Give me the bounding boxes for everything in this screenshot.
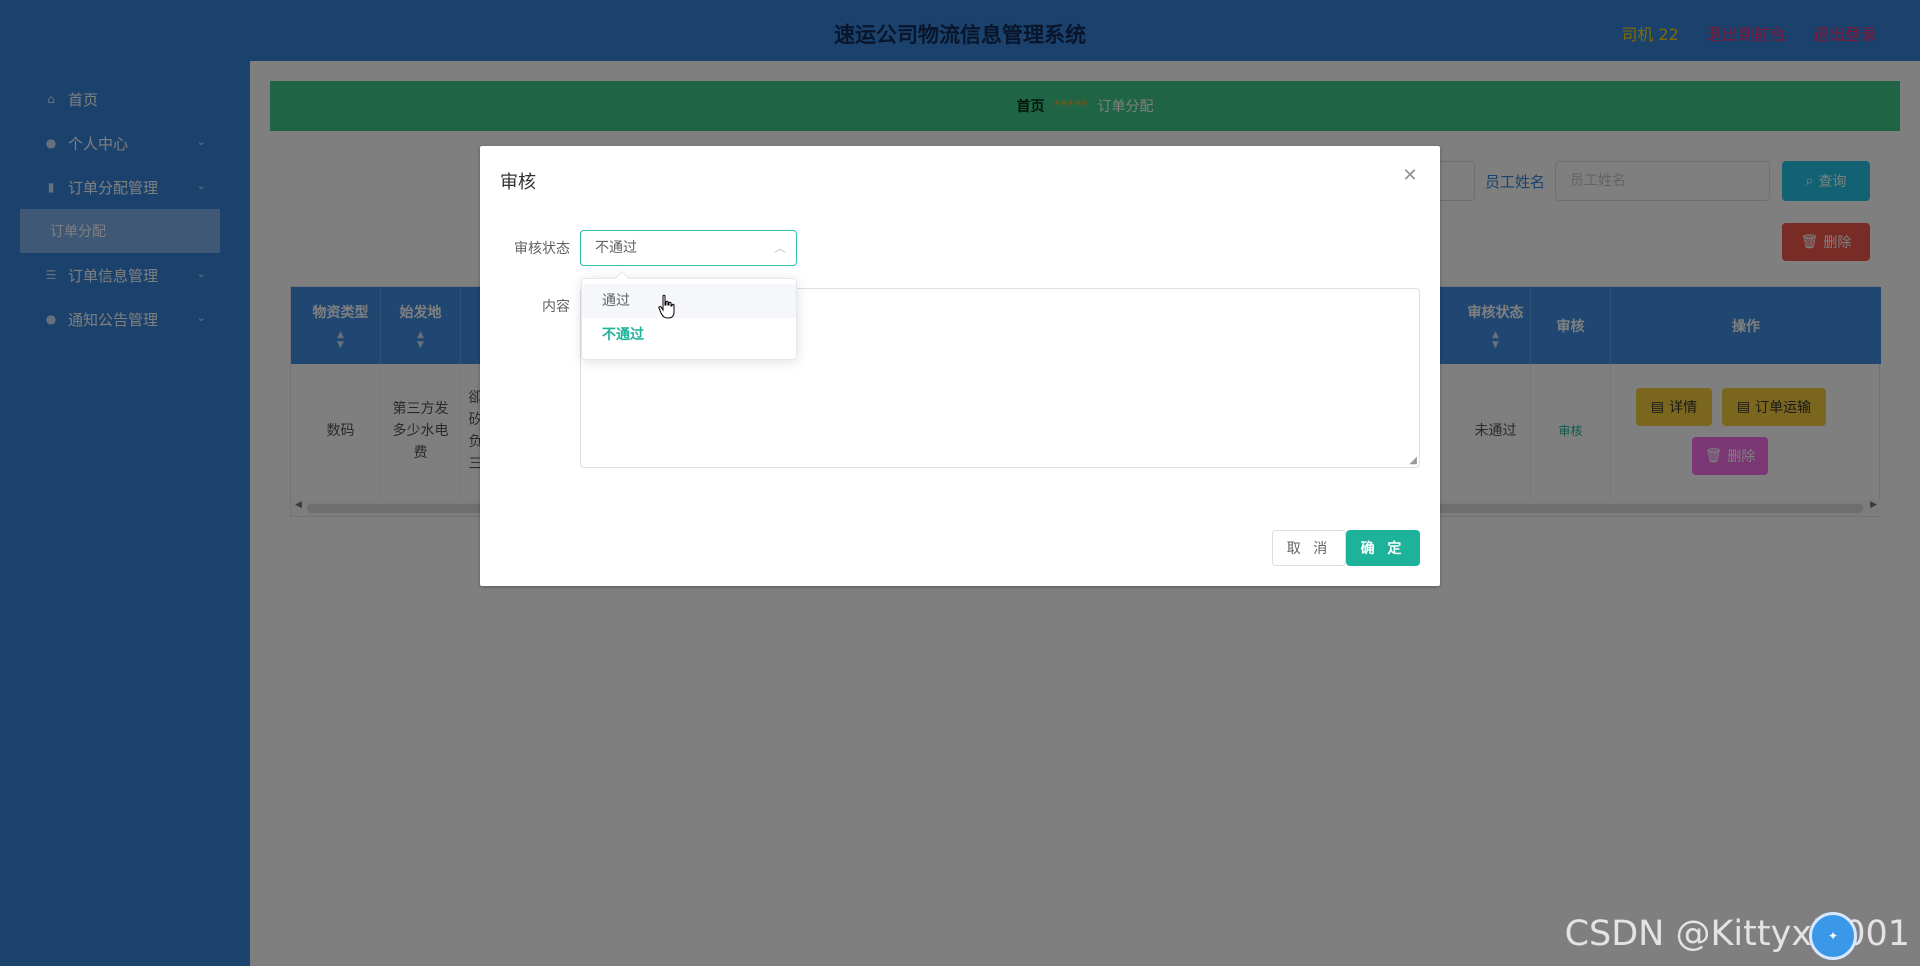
- option-pass[interactable]: 通过: [582, 284, 796, 318]
- chevron-up-icon: ︿: [773, 241, 786, 255]
- dialog-title: 审核: [500, 172, 536, 193]
- hand-cursor-icon: [658, 294, 675, 319]
- close-icon[interactable]: ✕: [1400, 166, 1420, 186]
- badge-icon: ✦: [1809, 912, 1857, 960]
- option-fail[interactable]: 不通过: [582, 318, 796, 352]
- resize-handle-icon[interactable]: ◢: [1409, 455, 1417, 466]
- status-select[interactable]: 不通过 ︿: [580, 230, 797, 266]
- watermark: CSDN @Kittyxia001: [1564, 914, 1910, 954]
- content-label: 内容: [542, 299, 570, 315]
- review-dialog: 审核 ✕ 审核状态 不通过 ︿ 内容 ◢ 取 消 确 定: [480, 146, 1440, 586]
- confirm-button[interactable]: 确 定: [1346, 530, 1420, 566]
- status-dropdown: 通过 不通过: [581, 270, 797, 360]
- status-label: 审核状态: [514, 241, 570, 257]
- cancel-button[interactable]: 取 消: [1272, 530, 1346, 566]
